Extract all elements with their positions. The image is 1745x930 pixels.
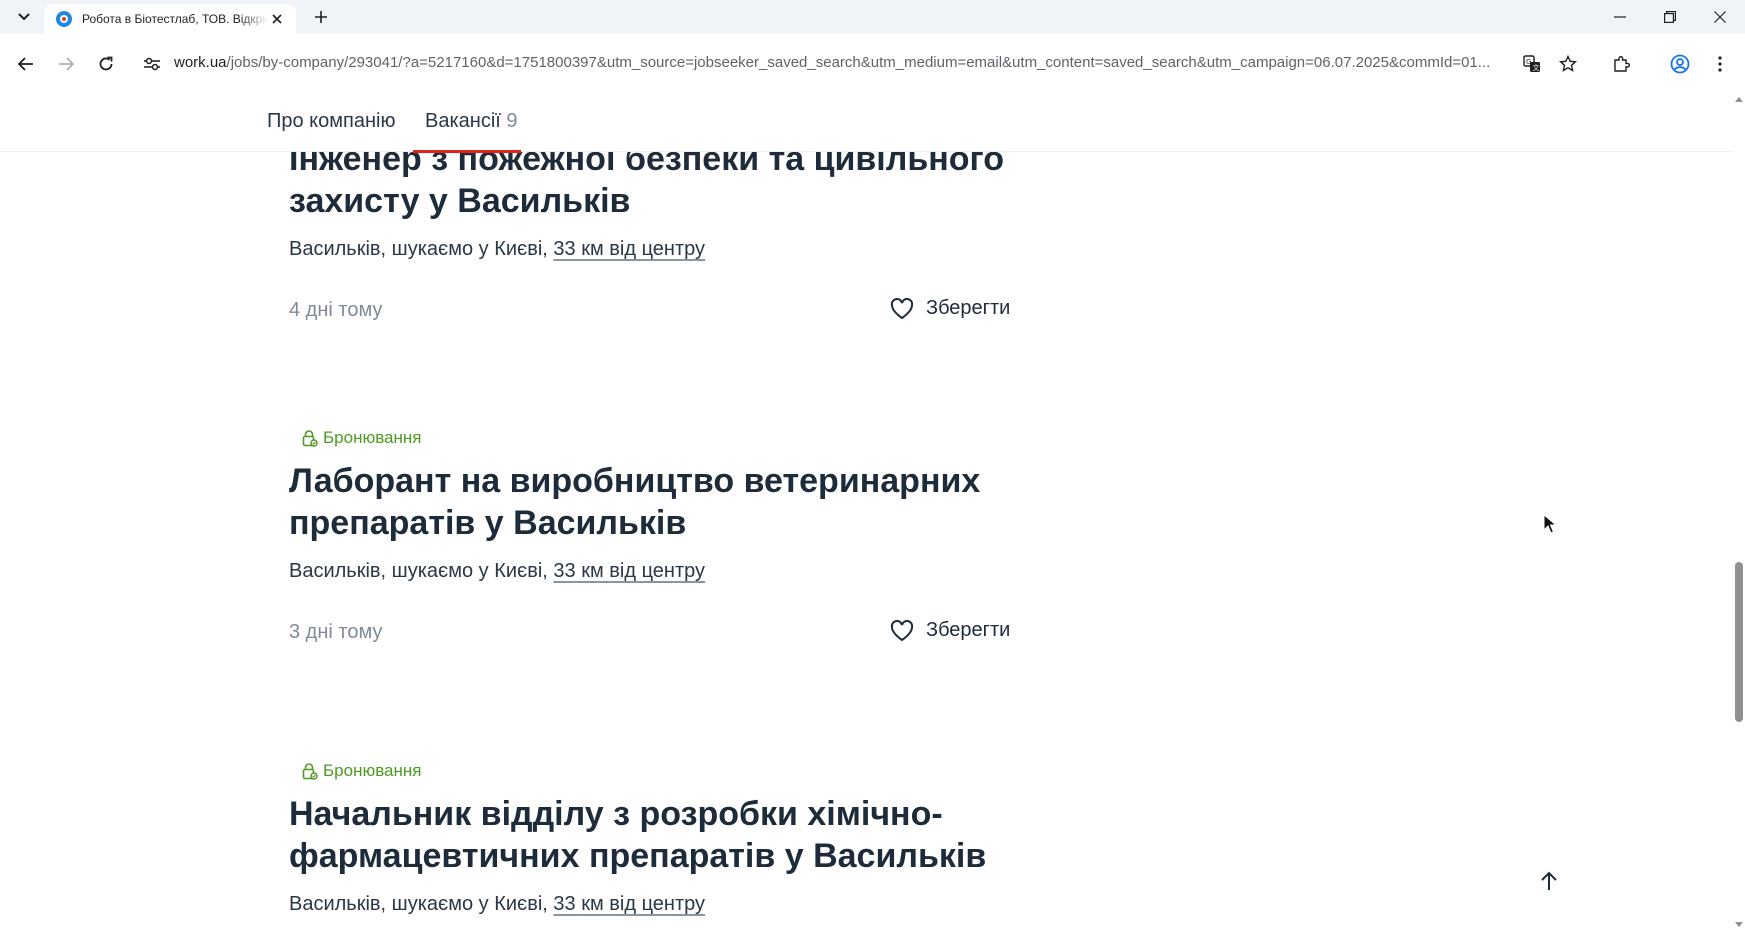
nav-vacancies-count: 9: [506, 110, 518, 132]
heart-icon: [890, 297, 914, 319]
extensions-puzzle-icon[interactable]: [1608, 50, 1636, 78]
forward-arrow-icon[interactable]: [52, 50, 80, 78]
job-footer: 4 дні тому Зберегти: [289, 297, 1049, 327]
job-location: Васильків, шукаємо у Києві, 33 км від це…: [289, 893, 1049, 916]
job-location-text: Васильків, шукаємо у Києві,: [289, 893, 554, 915]
job-posted-date: 3 дні тому: [289, 621, 383, 643]
job-location-text: Васильків, шукаємо у Києві,: [289, 238, 554, 260]
job-distance-link[interactable]: 33 км від центру: [553, 560, 705, 582]
job-distance-link[interactable]: 33 км від центру: [553, 238, 705, 260]
nav-vacancies[interactable]: Вакансії 9: [425, 110, 518, 133]
translate-page-icon[interactable]: G文: [1518, 50, 1546, 78]
back-arrow-icon[interactable]: [12, 50, 40, 78]
scroll-to-top-arrow-icon[interactable]: [1534, 866, 1564, 896]
nav-about-company[interactable]: Про компанію: [267, 110, 395, 133]
job-footer: 3 дні тому Зберегти: [289, 619, 1049, 649]
page-viewport: Інженер з пожежної безпеки та цивільного…: [0, 94, 1733, 930]
job-location-text: Васильків, шукаємо у Києві,: [289, 560, 554, 582]
job-posted-date: 4 дні тому: [289, 299, 383, 321]
badge-label: Бронювання: [323, 428, 422, 447]
job-location: Васильків, шукаємо у Києві, 33 км від це…: [289, 238, 1049, 261]
job-location: Васильків, шукаємо у Києві, 33 км від це…: [289, 560, 1049, 583]
site-settings-tune-icon[interactable]: [140, 50, 164, 78]
url-path: /jobs/by-company/293041/?a=5217160&d=175…: [226, 54, 1491, 71]
save-job-label: Зберегти: [926, 297, 1011, 319]
active-tab-underline: [413, 150, 521, 153]
mouse-cursor-icon: [1543, 514, 1557, 534]
reservation-badge: Бронювання: [302, 761, 1049, 781]
bookmark-star-icon[interactable]: [1554, 50, 1582, 78]
page-scrollbar[interactable]: [1733, 94, 1745, 930]
save-job-label: Зберегти: [926, 619, 1011, 641]
work-ua-favicon-icon: [56, 11, 72, 27]
job-distance-link[interactable]: 33 км від центру: [553, 893, 705, 915]
job-title-link[interactable]: Начальник відділу з розробки хімічно-фар…: [289, 793, 1049, 877]
address-bar-url[interactable]: work.ua/jobs/by-company/293041/?a=521716…: [174, 54, 1514, 71]
new-tab-plus-icon[interactable]: [310, 6, 332, 28]
reload-icon[interactable]: [92, 50, 120, 78]
job-title-link[interactable]: Лаборант на виробництво ветеринарних пре…: [289, 460, 1049, 544]
reservation-lock-icon: [302, 429, 318, 447]
job-card: Бронювання Начальник відділу з розробки …: [289, 761, 1049, 916]
job-card: Бронювання Лаборант на виробництво ветер…: [289, 428, 1049, 649]
heart-icon: [890, 619, 914, 641]
reservation-badge: Бронювання: [302, 428, 1049, 448]
job-card: Інженер з пожежної безпеки та цивільного…: [289, 138, 1049, 327]
tab-close-icon[interactable]: [268, 10, 286, 28]
scrollbar-thumb[interactable]: [1735, 562, 1743, 722]
browser-tab-active[interactable]: Робота в Біотестлаб, ТОВ. Відкриті вакан…: [44, 4, 296, 34]
profile-avatar-icon[interactable]: [1666, 50, 1694, 78]
close-window-icon[interactable]: [1708, 6, 1732, 28]
browser-toolbar: work.ua/jobs/by-company/293041/?a=521716…: [0, 34, 1745, 94]
scroll-down-arrow-icon[interactable]: [1735, 920, 1743, 928]
scroll-up-arrow-icon[interactable]: [1735, 96, 1743, 104]
browser-menu-kebab-icon[interactable]: [1706, 50, 1734, 78]
badge-label: Бронювання: [323, 761, 422, 780]
tab-title: Робота в Біотестлаб, ТОВ. Відкриті вакан…: [82, 12, 268, 26]
tab-list-chevron-down-icon[interactable]: [12, 6, 36, 28]
reservation-lock-icon: [302, 762, 318, 780]
url-domain: work.ua: [174, 54, 227, 71]
minimize-window-icon[interactable]: [1608, 6, 1632, 28]
company-sticky-nav: Про компанію Вакансії 9: [0, 94, 1733, 153]
svg-text:文: 文: [1533, 63, 1540, 72]
nav-vacancies-label: Вакансії: [425, 110, 501, 132]
save-job-button[interactable]: Зберегти: [890, 619, 1010, 642]
browser-tab-bar: Робота в Біотестлаб, ТОВ. Відкриті вакан…: [0, 0, 1745, 34]
svg-text:G: G: [1526, 58, 1531, 66]
restore-window-icon[interactable]: [1658, 6, 1682, 28]
save-job-button[interactable]: Зберегти: [890, 297, 1010, 320]
